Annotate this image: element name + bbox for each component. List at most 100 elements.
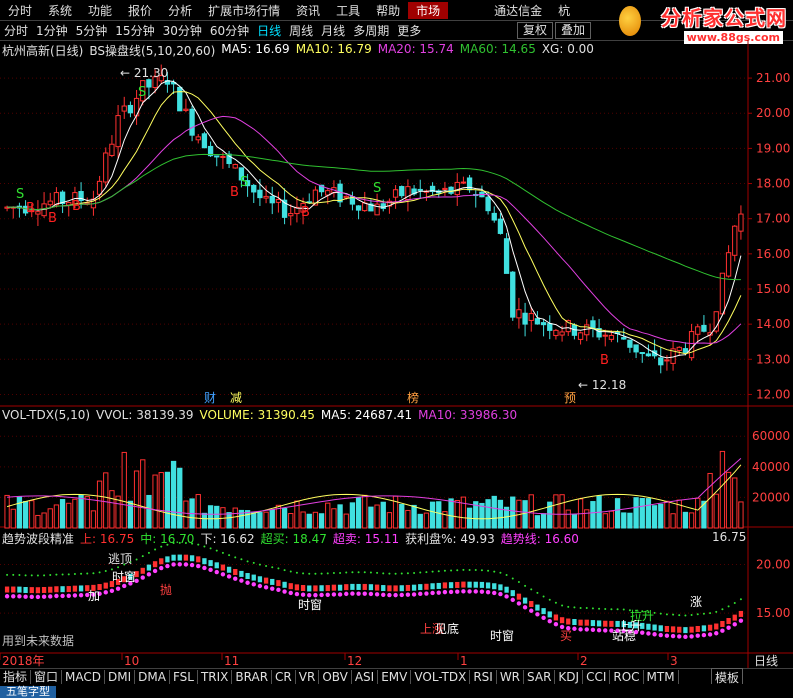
tab-asi[interactable]: ASI <box>352 669 379 685</box>
volume-bar <box>707 472 713 529</box>
volume-bar <box>177 467 183 529</box>
tab-indicator[interactable]: 指标 <box>0 669 32 685</box>
tab-mtm[interactable]: MTM <box>644 669 679 685</box>
price-axis-label: 18.00 <box>756 177 790 191</box>
tab-macd[interactable]: MACD <box>62 669 106 685</box>
tab-dma[interactable]: DMA <box>135 669 170 685</box>
trend-bar <box>270 578 275 585</box>
volume-bar <box>337 504 343 529</box>
trend-dot <box>442 589 448 595</box>
volume-bar <box>306 513 312 529</box>
volume-bar <box>133 470 140 529</box>
tab-emv[interactable]: EMV <box>378 669 412 685</box>
overbuy-dot <box>221 551 224 554</box>
trend-bar <box>726 618 731 625</box>
trend-dot <box>707 632 713 637</box>
volume-bar <box>146 494 152 529</box>
trend-dot <box>646 631 651 636</box>
overbuy-dot <box>709 612 712 615</box>
trend-bar <box>189 555 195 562</box>
trend-dot <box>208 567 213 573</box>
trend-axis-label: 20.00 <box>756 557 790 571</box>
candle-body <box>658 357 664 366</box>
trend-dot <box>596 627 602 633</box>
tab-fsl[interactable]: FSL <box>170 669 198 685</box>
overbuy-dot <box>265 564 268 567</box>
trend-bar <box>510 590 515 597</box>
tab-cci[interactable]: CCI <box>583 669 611 685</box>
trend-dot <box>726 625 731 630</box>
overbuy-dot <box>425 571 428 574</box>
overbuy-dot <box>141 555 144 558</box>
tab-brar[interactable]: BRAR <box>232 669 273 685</box>
tab-window[interactable]: 窗口 <box>31 669 63 685</box>
candle-body <box>275 199 282 203</box>
overbuy-dot <box>443 569 446 572</box>
tab-obv[interactable]: OBV <box>319 669 352 685</box>
trend-bar <box>177 554 182 561</box>
overbuy-dot <box>283 569 286 572</box>
candle-body <box>189 108 195 136</box>
volume-bar <box>78 494 84 529</box>
volume-bar <box>195 494 201 529</box>
overbuy-dot <box>511 577 514 580</box>
oversell-value: 超卖: 15.11 <box>332 532 400 546</box>
candle-body <box>633 344 639 353</box>
candle-body <box>602 334 608 337</box>
candle-body <box>664 359 670 362</box>
price-axis-label: 12.00 <box>756 387 790 401</box>
trend-bar <box>29 587 34 594</box>
overbuy-dot <box>413 572 416 575</box>
candle-body <box>251 184 257 193</box>
buy-signal-b: B <box>301 205 310 220</box>
volume-bar <box>386 512 393 529</box>
overbuy-dot <box>339 572 342 575</box>
tab-sar[interactable]: SAR <box>524 669 556 685</box>
overbuy-dot <box>357 571 360 574</box>
tab-kdj[interactable]: KDJ <box>555 669 584 685</box>
tab-rsi[interactable]: RSI <box>470 669 497 685</box>
trend-bar <box>516 593 522 600</box>
overbuy-dot <box>702 612 705 615</box>
signal-add-label: 加 <box>88 589 100 603</box>
volume-bar <box>90 510 97 529</box>
trend-bar <box>652 624 657 631</box>
volume-bar <box>152 474 158 529</box>
trend-bar <box>603 620 608 627</box>
tab-roc[interactable]: ROC <box>610 669 644 685</box>
overbuy-dot <box>376 571 379 574</box>
tab-vol-tdx[interactable]: VOL-TDX <box>411 669 471 685</box>
tab-cr[interactable]: CR <box>272 669 296 685</box>
ma20-line <box>7 115 742 345</box>
chart-canvas[interactable]: 21.00 20.00 19.00 18.00 17.00 16.00 15.00 14.00… <box>0 0 793 696</box>
overbuy-dot <box>332 571 335 574</box>
price-axis-label: 16.00 <box>756 247 790 261</box>
trend-indicator-name[interactable]: 趋势波段精准 <box>2 530 74 546</box>
tab-wr[interactable]: WR <box>497 669 525 685</box>
volume-bar <box>534 515 541 529</box>
trend-bar <box>54 586 59 593</box>
tab-dmi[interactable]: DMI <box>105 669 136 685</box>
vol-indicator-name[interactable]: VOL-TDX(5,10) <box>2 408 90 423</box>
tab-vr[interactable]: VR <box>296 669 320 685</box>
candle-body <box>269 195 275 204</box>
tab-trix[interactable]: TRIX <box>198 669 233 685</box>
trend-bar <box>140 567 145 574</box>
overbuy-dot <box>659 612 662 615</box>
overbuy-dot <box>727 605 730 608</box>
overbuy-dot <box>18 573 21 576</box>
indicator-name[interactable]: BS操盘线(5,10,20,60) <box>89 42 215 58</box>
volume-bar <box>318 513 325 529</box>
trend-bar <box>362 583 367 590</box>
trend-dot <box>510 597 515 603</box>
trend-dot <box>165 563 170 569</box>
trend-bar <box>578 619 583 626</box>
candle-body <box>127 104 134 114</box>
trend-dot <box>251 582 256 587</box>
trend-bar <box>307 585 312 592</box>
trend-dot <box>263 585 269 590</box>
trend-bar <box>535 604 540 611</box>
stock-name: 杭州高新(日线) <box>2 44 84 58</box>
trend-dot <box>683 634 688 640</box>
trend-bar <box>245 573 250 580</box>
